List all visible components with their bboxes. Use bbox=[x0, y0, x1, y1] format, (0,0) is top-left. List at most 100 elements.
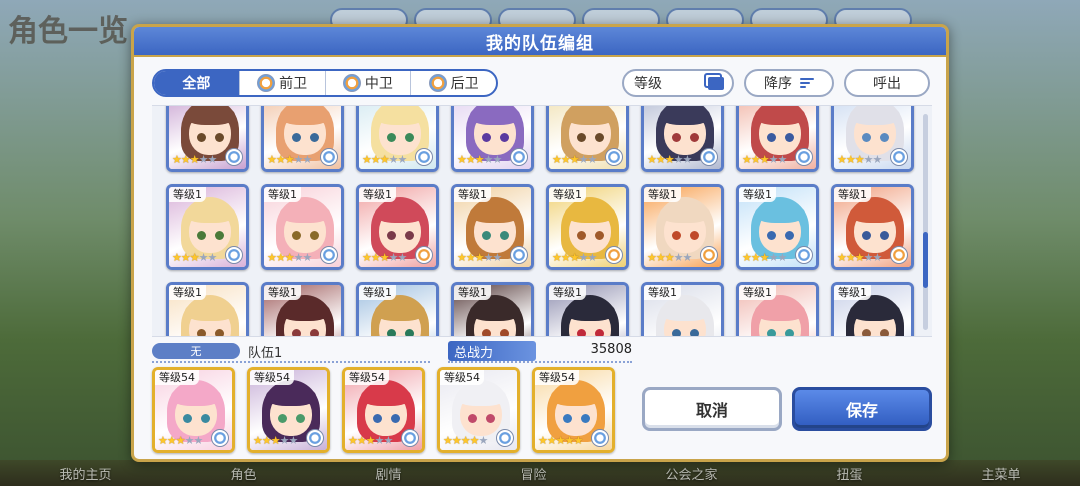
eye-shape bbox=[880, 329, 889, 336]
star-icon: ★ bbox=[573, 434, 584, 447]
roster-character-card[interactable]: 等级1★★★★★ bbox=[166, 184, 249, 270]
roster-character-card[interactable]: 等级1★★★★★ bbox=[451, 184, 534, 270]
star-icon: ★ bbox=[483, 251, 494, 264]
card-level: 等级1 bbox=[169, 187, 206, 202]
star-icon: ★ bbox=[397, 251, 408, 264]
eye-shape bbox=[672, 329, 681, 336]
star-rating: ★ ★ ★ ★ ★ bbox=[267, 154, 312, 166]
star-icon: ★ bbox=[742, 153, 752, 166]
front-role-icon bbox=[605, 246, 623, 264]
card-level: 等级1 bbox=[169, 285, 206, 300]
back-role-icon bbox=[795, 246, 813, 264]
eye-shape bbox=[672, 231, 681, 240]
filter-front-button[interactable]: 前卫 bbox=[240, 71, 326, 95]
roster-character-card[interactable]: 等级1★★★★★ bbox=[261, 184, 344, 270]
roster-grid: ★ ★ ★ ★ ★ ★ ★ ★ ★ ★ ★ ★ ★ ★ ★ ★ ★ ★ ★ ★ ★ ★ ★ ★ ★ ★ ★ ★ ★ ★ ★ ★ ★ ★ ★ ★ ★ ★ ★ ★… bbox=[166, 106, 914, 336]
roster-character-card[interactable]: ★ ★ ★ ★ ★ bbox=[261, 106, 344, 172]
eye-shape bbox=[391, 414, 400, 423]
eye-shape bbox=[197, 133, 206, 142]
filter-back-label: 后卫 bbox=[450, 76, 479, 92]
roster-character-card[interactable]: 等级1★★★★★ bbox=[166, 282, 249, 336]
star-icon: ★ bbox=[750, 251, 761, 264]
team-member-card[interactable]: 等级54 ★ ★ ★ ★ ★ bbox=[532, 367, 615, 453]
filter-all-label: 全部 bbox=[182, 76, 211, 92]
filter-back-button[interactable]: 后卫 bbox=[411, 71, 496, 95]
star-icon: ★ bbox=[370, 251, 381, 264]
eye-shape bbox=[690, 133, 699, 142]
level-sort-select[interactable]: 等级 bbox=[622, 69, 734, 97]
roster-character-card[interactable]: ★ ★ ★ ★ ★ bbox=[641, 106, 724, 172]
eye-shape bbox=[310, 231, 319, 240]
star-icon: ★ bbox=[293, 251, 304, 264]
back-role-icon bbox=[225, 148, 243, 166]
roster-character-card[interactable]: 等级1★★★★★ bbox=[831, 184, 914, 270]
scrollbar-thumb[interactable] bbox=[923, 232, 928, 288]
filter-middle-button[interactable]: 中卫 bbox=[326, 71, 412, 95]
star-icon: ★ bbox=[682, 153, 693, 166]
team-member-card[interactable]: 等级54 ★ ★ ★ ★ ★ bbox=[342, 367, 425, 453]
card-level: 等级54 bbox=[440, 370, 484, 385]
call-button[interactable]: 呼出 bbox=[844, 69, 930, 97]
roster-character-card[interactable]: 等级1★★★★★ bbox=[736, 282, 819, 336]
star-icon: ★ bbox=[270, 434, 281, 447]
eye-shape bbox=[482, 231, 491, 240]
star-icon: ★ bbox=[664, 153, 675, 166]
eye-shape bbox=[767, 133, 776, 142]
roster-character-card[interactable]: ★ ★ ★ ★ ★ bbox=[356, 106, 439, 172]
eye-shape bbox=[310, 329, 319, 336]
eye-shape bbox=[595, 133, 604, 142]
roster-character-card[interactable]: 等级1★★★★★ bbox=[261, 282, 344, 336]
bottom-nav-character: 角色 bbox=[230, 467, 257, 483]
team-member-card[interactable]: 等级54 ★ ★ ★ ★ ★ bbox=[437, 367, 520, 453]
dialog-title: 我的队伍编组 bbox=[134, 27, 946, 57]
sort-order-button[interactable]: 降序 bbox=[744, 69, 834, 97]
bangs-shape bbox=[660, 203, 710, 223]
star-icon: ★ bbox=[474, 251, 485, 264]
roster-scrollbar[interactable] bbox=[923, 114, 928, 330]
roster-character-card[interactable]: 等级1★★★★★ bbox=[356, 282, 439, 336]
filter-all-button[interactable]: 全部 bbox=[154, 71, 240, 95]
star-icon: ★ bbox=[655, 251, 666, 264]
star-icon: ★ bbox=[560, 153, 571, 166]
star-icon: ★ bbox=[207, 153, 218, 166]
star-icon: ★ bbox=[388, 251, 399, 264]
star-icon: ★ bbox=[253, 434, 263, 447]
roster-character-card[interactable]: 等级1★★★★★ bbox=[736, 184, 819, 270]
roster-character-card[interactable]: ★ ★ ★ ★ ★ bbox=[546, 106, 629, 172]
eye-shape bbox=[387, 133, 396, 142]
card-level: 等级1 bbox=[644, 285, 681, 300]
back-role-icon bbox=[320, 246, 338, 264]
eye-shape bbox=[862, 231, 871, 240]
total-power-label: 总战力 bbox=[448, 341, 536, 361]
team-member-card[interactable]: 等级54 ★ ★ ★ ★ ★ bbox=[247, 367, 330, 453]
roster-character-card[interactable]: 等级1★★★★★ bbox=[356, 184, 439, 270]
eye-shape bbox=[563, 414, 572, 423]
roster-character-card[interactable]: 等级1★★★★★ bbox=[641, 184, 724, 270]
roster-character-card[interactable]: 等级1★★★★★ bbox=[451, 282, 534, 336]
eye-shape bbox=[577, 231, 586, 240]
star-icon: ★ bbox=[837, 153, 847, 166]
roster-character-card[interactable]: ★ ★ ★ ★ ★ bbox=[451, 106, 534, 172]
team-member-card[interactable]: 等级54 ★ ★ ★ ★ ★ bbox=[152, 367, 235, 453]
star-icon: ★ bbox=[538, 434, 548, 447]
card-level: 等级1 bbox=[454, 285, 491, 300]
eye-shape bbox=[387, 231, 396, 240]
roster-character-card[interactable]: 等级1★★★★★ bbox=[641, 282, 724, 336]
eye-shape bbox=[215, 329, 224, 336]
save-button[interactable]: 保存 bbox=[792, 387, 932, 431]
roster-character-card[interactable]: ★ ★ ★ ★ ★ bbox=[736, 106, 819, 172]
roster-character-card[interactable]: 等级1★★★★★ bbox=[831, 282, 914, 336]
team-name: 队伍1 bbox=[248, 346, 283, 361]
star-icon: ★ bbox=[189, 153, 200, 166]
eye-shape bbox=[292, 231, 301, 240]
character-roster[interactable]: ★ ★ ★ ★ ★ ★ ★ ★ ★ ★ ★ ★ ★ ★ ★ ★ ★ ★ ★ ★ ★ ★ ★ ★ ★ ★ ★ ★ ★ ★ ★ ★ ★ ★ ★ ★ ★ ★ ★ ★… bbox=[152, 105, 932, 337]
star-icon: ★ bbox=[457, 251, 467, 264]
cancel-button[interactable]: 取消 bbox=[642, 387, 782, 431]
card-level: 等级1 bbox=[359, 285, 396, 300]
roster-character-card[interactable]: ★ ★ ★ ★ ★ bbox=[166, 106, 249, 172]
back-role-icon bbox=[320, 148, 338, 166]
star-icon: ★ bbox=[555, 434, 566, 447]
roster-character-card[interactable]: 等级1★★★★★ bbox=[546, 184, 629, 270]
roster-character-card[interactable]: 等级1★★★★★ bbox=[546, 282, 629, 336]
roster-character-card[interactable]: ★ ★ ★ ★ ★ bbox=[831, 106, 914, 172]
